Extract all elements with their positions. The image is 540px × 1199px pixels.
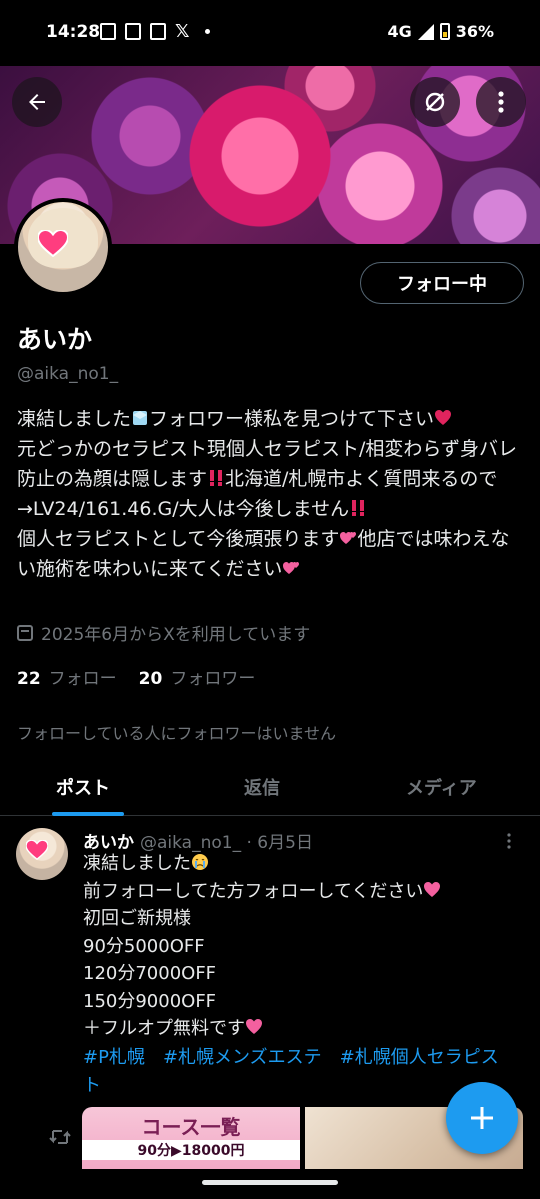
media-title: コース一覧 (141, 1115, 241, 1139)
back-button[interactable] (12, 77, 62, 127)
profile-handle: @aika_no1_ (17, 364, 119, 384)
system-navigation-bar (0, 1170, 540, 1199)
followers-link[interactable]: 20 フォロワー (139, 664, 256, 689)
tab-posts[interactable]: ポスト (56, 774, 110, 800)
post-text-line: 前フォローしてた方フォローしてください (83, 880, 424, 902)
following-label: フォロー (48, 669, 117, 689)
post-text-line: 凍結しました (83, 853, 191, 874)
media-price-line: 90分▶18000円 (82, 1140, 300, 1160)
sync-off-icon (425, 92, 445, 112)
compose-post-button[interactable] (446, 1082, 518, 1154)
post-text: 凍結しました 前フォローしてた方フォローしてください 初回ご新規様 90分500… (83, 850, 528, 1043)
notification-app-icon (150, 23, 166, 40)
post-media-image[interactable]: コース一覧 90分▶18000円 (82, 1107, 300, 1169)
post-author-avatar[interactable] (16, 828, 68, 880)
following-button[interactable]: フォロー中 (360, 262, 524, 304)
plus-icon (471, 1107, 493, 1129)
sync-button[interactable] (410, 77, 460, 127)
double-exclamation-emoji-icon (352, 500, 365, 516)
tab-replies[interactable]: 返信 (244, 774, 280, 800)
status-bar: 14:28 𝕏 4G 36% (0, 0, 540, 66)
profile-bio: 凍結しました フォロワー様私を見つけて下さい 元どっかのセラピスト現個人セラピスト… (17, 404, 527, 584)
more-vertical-icon (507, 833, 511, 849)
hashtag-link[interactable]: #札幌メンズエステ (163, 1047, 322, 1068)
two-hearts-emoji-icon (283, 562, 300, 574)
more-notifications-dot-icon (204, 29, 210, 34)
profile-avatar[interactable] (14, 198, 112, 296)
x-logo-icon: 𝕏 (175, 21, 190, 42)
notification-icons: 𝕏 (100, 21, 210, 42)
double-exclamation-emoji-icon (210, 470, 223, 486)
repost-indicator[interactable] (49, 1128, 71, 1150)
two-hearts-emoji-icon (340, 532, 357, 544)
bio-text: 個人セラピストとして今後頑張ります (17, 528, 340, 550)
battery-icon (439, 23, 450, 40)
more-vertical-icon (498, 91, 504, 113)
red-heart-emoji-icon (435, 410, 452, 425)
notification-app-icon (125, 23, 141, 40)
bio-text: フォロワー様私を見つけて下さい (149, 408, 435, 430)
home-gesture-handle[interactable] (202, 1180, 338, 1185)
tab-media[interactable]: メディア (406, 774, 477, 800)
ice-cube-emoji-icon (133, 411, 148, 425)
post-text-line: 初回ご新規様 90分5000OFF 120分7000OFF 150分9000OF… (83, 908, 245, 1039)
join-date-text: 2025年6月からXを利用しています (41, 625, 311, 645)
back-arrow-icon (29, 94, 45, 110)
bio-text: 凍結しました (17, 408, 132, 430)
notification-app-icon (100, 23, 116, 40)
following-count: 22 (17, 669, 41, 689)
sparkling-heart-emoji-icon (424, 881, 441, 897)
follow-counts: 22 フォロー 20 フォロワー (17, 664, 255, 689)
sparkling-heart-emoji-icon (246, 1019, 262, 1034)
active-tab-indicator (52, 812, 124, 816)
status-time: 14:28 (46, 22, 101, 42)
signal-icon (417, 23, 434, 40)
more-options-button[interactable] (476, 77, 526, 127)
followers-count: 20 (138, 669, 163, 689)
followers-label: フォロワー (170, 669, 256, 689)
hashtag-link[interactable]: #P札幌 (83, 1047, 145, 1068)
join-date: 2025年6月からXを利用しています (17, 620, 310, 645)
calendar-icon (17, 624, 33, 641)
profile-tabs: ポスト 返信 メディア (0, 756, 540, 816)
heart-icon (38, 230, 68, 257)
system-indicators: 4G 36% (387, 22, 494, 41)
battery-level: 36% (455, 22, 494, 41)
mutual-followers-note: フォローしている人にフォロワーはいません (17, 724, 337, 743)
crying-face-emoji-icon (192, 854, 208, 870)
following-link[interactable]: 22 フォロー (17, 664, 117, 689)
heart-icon (26, 840, 48, 860)
profile-name: あいか (17, 325, 93, 354)
network-type: 4G (387, 22, 412, 41)
repost-icon (49, 1130, 71, 1144)
